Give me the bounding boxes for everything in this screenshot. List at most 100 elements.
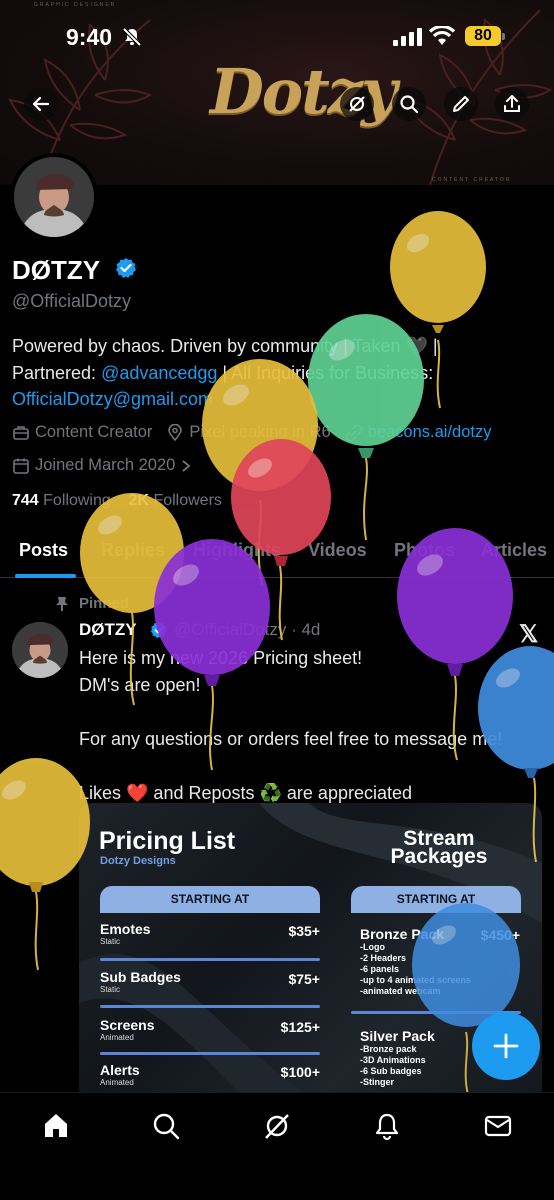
price-item: Emotes Static $35+ <box>100 921 320 946</box>
bio-partner-prefix: Partnered: <box>12 362 102 383</box>
grok-button[interactable] <box>340 87 374 121</box>
tab-posts[interactable]: Posts <box>19 540 68 561</box>
followers-link[interactable]: 2K Followers <box>129 492 222 509</box>
search-button[interactable] <box>392 87 426 121</box>
tab-highlights[interactable]: Highlights <box>193 540 281 561</box>
price-divider <box>100 1005 320 1008</box>
cell-signal-icon <box>393 28 422 46</box>
post-author-handle: @OfficialDotzy · 4d <box>174 620 321 639</box>
package-feature: -animated webcam <box>360 986 441 996</box>
price-item: Sub Badges Static $75+ <box>100 969 320 994</box>
battery-indicator: 80 <box>465 26 505 46</box>
tab-replies[interactable]: Replies <box>101 540 165 561</box>
link-icon <box>345 424 363 442</box>
price-item-price: $100+ <box>280 1064 320 1080</box>
status-bar: 9:40 80 <box>0 0 554 70</box>
grok-icon[interactable] <box>262 1111 292 1141</box>
package-item: Bronze Pack $450+ -Logo -2 Headers -6 pa… <box>360 926 520 997</box>
price-item-sub: Static <box>100 937 121 946</box>
profile-website-link[interactable]: beacons.ai/dotzy <box>368 423 492 442</box>
package-feature: -2 Headers <box>360 953 407 963</box>
price-item-price: $125+ <box>280 1019 320 1035</box>
package-price: $450+ <box>480 927 520 943</box>
banner-tagline-bottom: CONTENT CREATOR <box>432 177 512 183</box>
pinned-label: Pinned <box>79 595 130 612</box>
pricing-title: Pricing List <box>99 827 236 855</box>
bio-partner-suffix: | All Inquiries for Business: <box>217 362 434 383</box>
profile-joined-row[interactable]: Joined March 2020 <box>12 456 196 475</box>
stream-packages-title: Stream Packages <box>390 827 488 868</box>
tab-articles[interactable]: Articles <box>481 540 547 561</box>
profile-tabs: Posts Replies Highlights Videos Photos A… <box>0 532 554 578</box>
briefcase-icon <box>12 424 30 442</box>
price-item-name: Emotes <box>100 921 151 937</box>
wifi-icon <box>429 26 455 45</box>
profile-name: DØTZY <box>12 255 101 285</box>
bio-email-link[interactable]: OfficialDotzy@gmail.com <box>12 389 213 409</box>
search-icon <box>400 95 419 114</box>
compose-post-button[interactable] <box>472 1012 540 1080</box>
status-time: 9:40 <box>66 24 113 50</box>
bio-partner-link[interactable]: @advancedgg <box>101 363 217 383</box>
price-item-price: $75+ <box>288 971 320 987</box>
pencil-icon <box>453 96 469 112</box>
price-divider <box>100 1052 320 1055</box>
price-item-name: Sub Badges <box>100 969 181 985</box>
profile-handle: @OfficialDotzy <box>12 291 131 311</box>
post-body: Here is my new 2026 Pricing sheet! DM's … <box>79 645 544 807</box>
balloon-yellow <box>0 758 90 971</box>
profile-bio: Powered by chaos. Driven by community | … <box>12 333 542 413</box>
pricing-subtitle: Dotzy Designs <box>100 855 176 867</box>
tab-videos[interactable]: Videos <box>308 540 367 561</box>
back-button[interactable] <box>24 87 58 121</box>
arrow-left-icon <box>32 96 50 112</box>
package-feature: -6 panels <box>360 964 400 974</box>
active-tab-indicator <box>15 574 76 578</box>
search-icon[interactable] <box>151 1111 181 1141</box>
profile-avatar[interactable] <box>10 153 98 241</box>
messages-mail-icon[interactable] <box>483 1111 513 1141</box>
post-line-3: For any questions or orders feel free to… <box>79 729 503 749</box>
follow-stats: 744 Following 2K Followers <box>12 492 222 510</box>
price-item: Screens Animated $125+ <box>100 1017 320 1042</box>
profile-category: Content Creator <box>35 423 153 441</box>
chevron-right-icon <box>181 459 191 473</box>
starting-at-header-left: STARTING AT <box>100 886 320 913</box>
profile-location: Pixel peaking in R6 <box>189 423 331 441</box>
post-author-name[interactable]: DØTZY <box>79 620 137 640</box>
post-image-pricing-sheet[interactable]: Pricing List Dotzy Designs Stream Packag… <box>79 803 542 1103</box>
price-item-price: $35+ <box>288 923 320 939</box>
followers-count: 2K <box>128 492 149 509</box>
following-link[interactable]: 744 Following <box>12 492 111 509</box>
grok-icon <box>349 96 365 112</box>
package-feature: -up to 4 animated screens <box>360 975 472 985</box>
verified-badge-icon <box>150 621 168 639</box>
avatar-photo <box>14 157 94 237</box>
price-item: Alerts Animated $100+ <box>100 1062 320 1087</box>
following-count: 744 <box>12 492 39 509</box>
calendar-icon <box>12 457 30 475</box>
profile-joined-date: Joined March 2020 <box>35 456 176 474</box>
starting-at-header-right: STARTING AT <box>351 886 521 913</box>
pin-icon <box>56 597 68 611</box>
tab-photos[interactable]: Photos <box>394 540 455 561</box>
edit-button[interactable] <box>444 87 478 121</box>
share-button[interactable] <box>495 87 529 121</box>
location-pin-icon <box>166 423 184 442</box>
avatar-photo <box>12 622 68 678</box>
bio-line-1: Powered by chaos. Driven by community | … <box>12 336 438 356</box>
silent-mode-icon <box>122 27 142 47</box>
bottom-navigation <box>0 1092 554 1200</box>
post-author-avatar[interactable] <box>12 622 68 678</box>
price-item-sub: Static <box>100 985 121 994</box>
verified-badge-icon[interactable] <box>115 257 137 279</box>
plus-icon <box>493 1033 519 1059</box>
price-divider <box>100 958 320 961</box>
following-label: Following <box>43 492 111 509</box>
followers-label: Followers <box>153 492 222 509</box>
profile-meta-row-1: Content Creator Pixel peaking in R6 beac… <box>12 423 492 442</box>
package-feature: -Logo <box>360 942 385 952</box>
notifications-bell-icon[interactable] <box>372 1111 402 1141</box>
home-icon[interactable] <box>41 1111 71 1141</box>
post-line-2: DM's are open! <box>79 675 201 695</box>
